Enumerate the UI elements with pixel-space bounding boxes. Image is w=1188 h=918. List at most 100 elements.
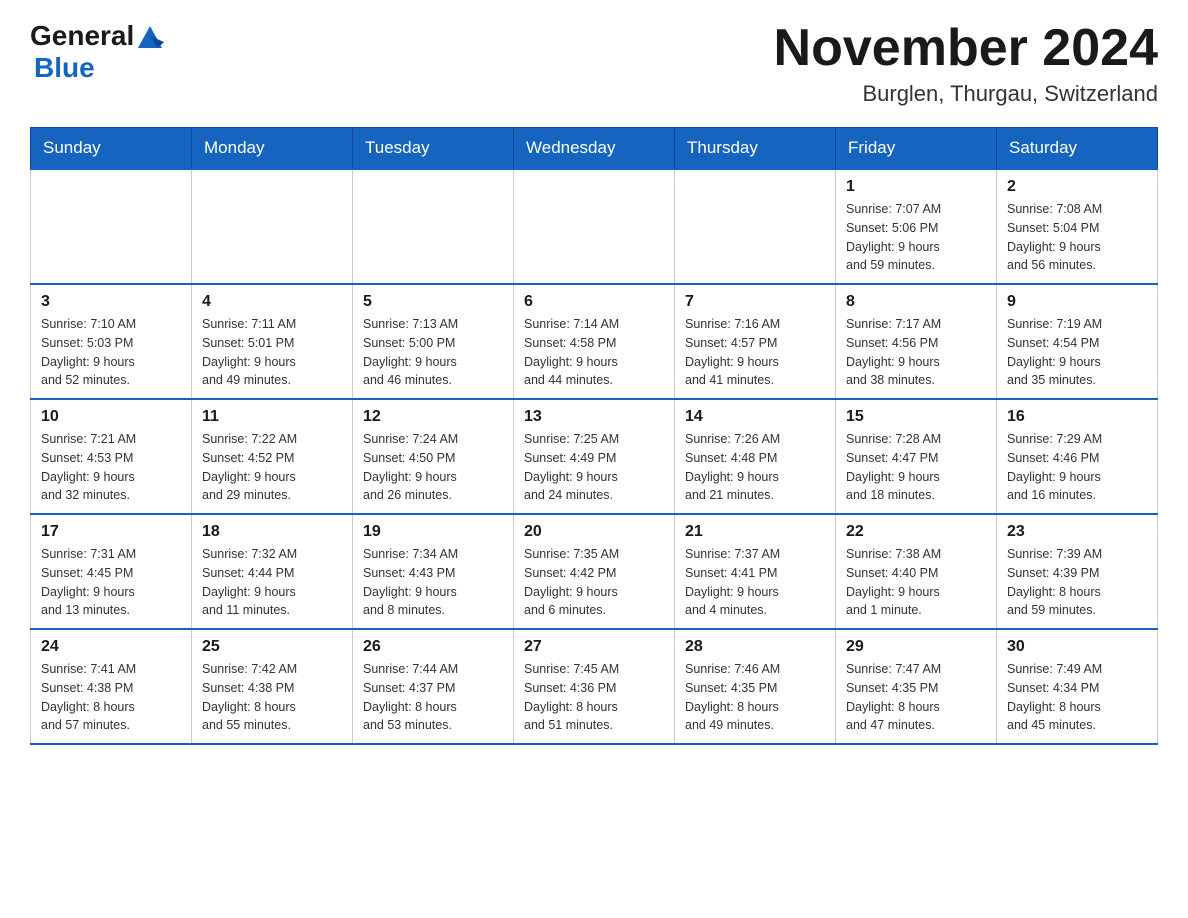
calendar-cell: 3 Sunrise: 7:10 AMSunset: 5:03 PMDaylight… xyxy=(31,284,192,399)
day-number: 3 xyxy=(41,293,181,311)
day-info: Sunrise: 7:39 AMSunset: 4:39 PMDaylight:… xyxy=(1007,545,1147,620)
day-info: Sunrise: 7:16 AMSunset: 4:57 PMDaylight:… xyxy=(685,315,825,390)
day-info: Sunrise: 7:44 AMSunset: 4:37 PMDaylight:… xyxy=(363,660,503,735)
page-header: General Blue November 2024 Burglen, Thur… xyxy=(30,20,1158,107)
day-info: Sunrise: 7:42 AMSunset: 4:38 PMDaylight:… xyxy=(202,660,342,735)
calendar-cell: 19Sunrise: 7:34 AMSunset: 4:43 PMDayligh… xyxy=(353,514,514,629)
day-number: 11 xyxy=(202,408,342,426)
calendar-cell: 22Sunrise: 7:38 AMSunset: 4:40 PMDayligh… xyxy=(836,514,997,629)
day-info: Sunrise: 7:10 AMSunset: 5:03 PMDaylight:… xyxy=(41,315,181,390)
day-info: Sunrise: 7:26 AMSunset: 4:48 PMDaylight:… xyxy=(685,430,825,505)
calendar-cell: 29Sunrise: 7:47 AMSunset: 4:35 PMDayligh… xyxy=(836,629,997,744)
calendar-cell: 26 Sunrise: 7:44 AMSunset: 4:37 PMDayligh… xyxy=(353,629,514,744)
calendar-table: SundayMondayTuesdayWednesdayThursdayFrid… xyxy=(30,127,1158,745)
day-info: Sunrise: 7:29 AMSunset: 4:46 PMDaylight:… xyxy=(1007,430,1147,505)
logo-icon xyxy=(136,22,164,50)
calendar-cell: 1 Sunrise: 7:07 AMSunset: 5:06 PMDaylight… xyxy=(836,169,997,284)
day-info: Sunrise: 7:49 AMSunset: 4:34 PMDaylight:… xyxy=(1007,660,1147,735)
day-number: 25 xyxy=(202,638,342,656)
logo-general-text: General xyxy=(30,20,134,52)
day-number: 2 xyxy=(1007,178,1147,196)
day-info: Sunrise: 7:21 AMSunset: 4:53 PMDaylight:… xyxy=(41,430,181,505)
day-info: Sunrise: 7:14 AMSunset: 4:58 PMDaylight:… xyxy=(524,315,664,390)
calendar-cell: 20 Sunrise: 7:35 AMSunset: 4:42 PMDayligh… xyxy=(514,514,675,629)
day-number: 17 xyxy=(41,523,181,541)
day-number: 5 xyxy=(363,293,503,311)
day-number: 20 xyxy=(524,523,664,541)
day-info: Sunrise: 7:08 AMSunset: 5:04 PMDaylight:… xyxy=(1007,200,1147,275)
day-info: Sunrise: 7:31 AMSunset: 4:45 PMDaylight:… xyxy=(41,545,181,620)
logo-blue-text: Blue xyxy=(34,52,95,84)
day-info: Sunrise: 7:32 AMSunset: 4:44 PMDaylight:… xyxy=(202,545,342,620)
day-number: 13 xyxy=(524,408,664,426)
column-header-tuesday: Tuesday xyxy=(353,128,514,170)
calendar-cell: 7 Sunrise: 7:16 AMSunset: 4:57 PMDaylight… xyxy=(675,284,836,399)
location-title: Burglen, Thurgau, Switzerland xyxy=(774,81,1158,107)
column-header-monday: Monday xyxy=(192,128,353,170)
calendar-cell xyxy=(353,169,514,284)
calendar-cell xyxy=(31,169,192,284)
calendar-cell: 21 Sunrise: 7:37 AMSunset: 4:41 PMDayligh… xyxy=(675,514,836,629)
calendar-cell: 10Sunrise: 7:21 AMSunset: 4:53 PMDayligh… xyxy=(31,399,192,514)
calendar-cell: 8Sunrise: 7:17 AMSunset: 4:56 PMDaylight… xyxy=(836,284,997,399)
calendar-cell: 11Sunrise: 7:22 AMSunset: 4:52 PMDayligh… xyxy=(192,399,353,514)
day-number: 6 xyxy=(524,293,664,311)
day-number: 29 xyxy=(846,638,986,656)
calendar-cell xyxy=(192,169,353,284)
calendar-week-row: 17 Sunrise: 7:31 AMSunset: 4:45 PMDayligh… xyxy=(31,514,1158,629)
day-number: 14 xyxy=(685,408,825,426)
day-info: Sunrise: 7:45 AMSunset: 4:36 PMDaylight:… xyxy=(524,660,664,735)
day-number: 7 xyxy=(685,293,825,311)
column-header-wednesday: Wednesday xyxy=(514,128,675,170)
column-header-saturday: Saturday xyxy=(997,128,1158,170)
day-number: 21 xyxy=(685,523,825,541)
day-number: 18 xyxy=(202,523,342,541)
calendar-cell xyxy=(514,169,675,284)
calendar-cell: 9 Sunrise: 7:19 AMSunset: 4:54 PMDaylight… xyxy=(997,284,1158,399)
day-number: 9 xyxy=(1007,293,1147,311)
day-number: 28 xyxy=(685,638,825,656)
day-info: Sunrise: 7:37 AMSunset: 4:41 PMDaylight:… xyxy=(685,545,825,620)
day-info: Sunrise: 7:13 AMSunset: 5:00 PMDaylight:… xyxy=(363,315,503,390)
calendar-cell: 6 Sunrise: 7:14 AMSunset: 4:58 PMDaylight… xyxy=(514,284,675,399)
day-info: Sunrise: 7:46 AMSunset: 4:35 PMDaylight:… xyxy=(685,660,825,735)
column-header-friday: Friday xyxy=(836,128,997,170)
column-header-sunday: Sunday xyxy=(31,128,192,170)
title-block: November 2024 Burglen, Thurgau, Switzerl… xyxy=(774,20,1158,107)
logo: General Blue xyxy=(30,20,166,84)
day-number: 12 xyxy=(363,408,503,426)
calendar-cell: 12 Sunrise: 7:24 AMSunset: 4:50 PMDayligh… xyxy=(353,399,514,514)
calendar-cell: 16 Sunrise: 7:29 AMSunset: 4:46 PMDayligh… xyxy=(997,399,1158,514)
day-number: 16 xyxy=(1007,408,1147,426)
day-number: 4 xyxy=(202,293,342,311)
day-info: Sunrise: 7:41 AMSunset: 4:38 PMDaylight:… xyxy=(41,660,181,735)
calendar-cell: 28 Sunrise: 7:46 AMSunset: 4:35 PMDayligh… xyxy=(675,629,836,744)
calendar-week-row: 24Sunrise: 7:41 AMSunset: 4:38 PMDayligh… xyxy=(31,629,1158,744)
calendar-cell: 27 Sunrise: 7:45 AMSunset: 4:36 PMDayligh… xyxy=(514,629,675,744)
calendar-week-row: 1 Sunrise: 7:07 AMSunset: 5:06 PMDaylight… xyxy=(31,169,1158,284)
calendar-header-row: SundayMondayTuesdayWednesdayThursdayFrid… xyxy=(31,128,1158,170)
calendar-cell: 18 Sunrise: 7:32 AMSunset: 4:44 PMDayligh… xyxy=(192,514,353,629)
day-info: Sunrise: 7:19 AMSunset: 4:54 PMDaylight:… xyxy=(1007,315,1147,390)
column-header-thursday: Thursday xyxy=(675,128,836,170)
day-info: Sunrise: 7:34 AMSunset: 4:43 PMDaylight:… xyxy=(363,545,503,620)
calendar-cell: 17 Sunrise: 7:31 AMSunset: 4:45 PMDayligh… xyxy=(31,514,192,629)
month-title: November 2024 xyxy=(774,20,1158,77)
day-info: Sunrise: 7:38 AMSunset: 4:40 PMDaylight:… xyxy=(846,545,986,620)
calendar-cell: 14 Sunrise: 7:26 AMSunset: 4:48 PMDayligh… xyxy=(675,399,836,514)
calendar-cell xyxy=(675,169,836,284)
day-number: 30 xyxy=(1007,638,1147,656)
calendar-cell: 25 Sunrise: 7:42 AMSunset: 4:38 PMDayligh… xyxy=(192,629,353,744)
day-info: Sunrise: 7:24 AMSunset: 4:50 PMDaylight:… xyxy=(363,430,503,505)
day-number: 1 xyxy=(846,178,986,196)
day-number: 27 xyxy=(524,638,664,656)
calendar-cell: 30 Sunrise: 7:49 AMSunset: 4:34 PMDayligh… xyxy=(997,629,1158,744)
calendar-week-row: 3 Sunrise: 7:10 AMSunset: 5:03 PMDaylight… xyxy=(31,284,1158,399)
day-number: 15 xyxy=(846,408,986,426)
day-number: 26 xyxy=(363,638,503,656)
day-info: Sunrise: 7:07 AMSunset: 5:06 PMDaylight:… xyxy=(846,200,986,275)
day-info: Sunrise: 7:35 AMSunset: 4:42 PMDaylight:… xyxy=(524,545,664,620)
calendar-cell: 23Sunrise: 7:39 AMSunset: 4:39 PMDayligh… xyxy=(997,514,1158,629)
calendar-cell: 24Sunrise: 7:41 AMSunset: 4:38 PMDayligh… xyxy=(31,629,192,744)
day-number: 8 xyxy=(846,293,986,311)
